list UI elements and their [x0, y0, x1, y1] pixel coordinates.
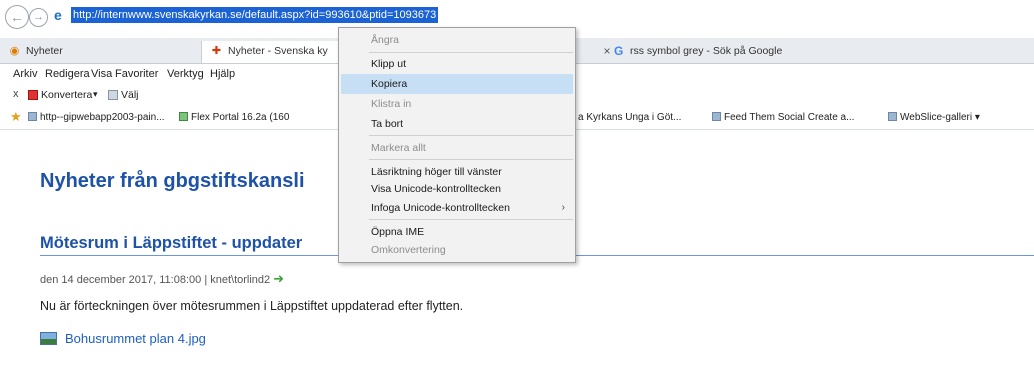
menu-item-paste[interactable]: Klistra in: [341, 94, 573, 114]
favorite-label: a Kyrkans Unga i Göt...: [578, 112, 682, 123]
favorites-star-icon[interactable]: ★: [10, 109, 22, 125]
tab-google-search[interactable]: × G rss symbol grey - Sök på Google e: [600, 41, 880, 63]
menu-redigera[interactable]: Redigera: [45, 68, 90, 80]
menu-item-reconversion[interactable]: Omkonvertering: [341, 240, 573, 260]
chevron-right-icon: ›: [561, 202, 565, 213]
select-icon: [108, 90, 118, 100]
tab-nyheter[interactable]: ◉ Nyheter: [0, 41, 202, 63]
attachment-link[interactable]: Bohusrummet plan 4.jpg: [65, 331, 206, 346]
page-title: Nyheter från gbgstiftskansli: [40, 170, 305, 192]
close-toolbar-button[interactable]: x: [13, 88, 19, 100]
context-menu: Ångra Klipp ut Kopiera Klistra in Ta bor…: [338, 27, 576, 263]
menu-item-select-all[interactable]: Markera allt: [341, 138, 573, 158]
tab-title: Nyheter - Svenska ky: [228, 45, 328, 57]
menu-favoriter[interactable]: Favoriter: [115, 68, 158, 80]
page-icon: [888, 112, 897, 121]
menu-separator: [369, 159, 573, 160]
article-body: Nu är förteckningen över mötesrummen i L…: [40, 299, 464, 313]
url-text-selected[interactable]: http://internwww.svenskakyrkan.se/defaul…: [71, 7, 439, 23]
valj-button[interactable]: Välj: [121, 89, 139, 101]
tab-title: rss symbol grey - Sök på Google: [630, 45, 783, 57]
menu-separator: [369, 219, 573, 220]
chevron-down-icon[interactable]: ▾: [93, 89, 98, 100]
menu-visa[interactable]: Visa: [91, 68, 112, 80]
menu-item-undo[interactable]: Ångra: [341, 30, 573, 50]
page-icon: [179, 112, 188, 121]
menu-item-cut[interactable]: Klipp ut: [341, 54, 573, 74]
favorite-label: http--gipwebapp2003-pain...: [40, 112, 165, 123]
attachment[interactable]: Bohusrummet plan 4.jpg: [40, 331, 206, 346]
menu-item-copy[interactable]: Kopiera: [341, 74, 573, 94]
menu-separator: [369, 135, 573, 136]
favorite-label: Feed Them Social Create a...: [724, 112, 855, 123]
tab-title: Nyheter: [26, 45, 63, 57]
favorite-link[interactable]: Feed Them Social Create a...: [712, 112, 854, 123]
webslice-gallery-link[interactable]: WebSlice-galleri ▾: [888, 112, 980, 123]
address-input[interactable]: http://internwww.svenskakyrkan.se/defaul…: [71, 7, 545, 25]
svenska-kyrkan-cross-icon: ✚: [211, 45, 222, 57]
back-button[interactable]: ←: [5, 5, 29, 29]
menu-arkiv[interactable]: Arkiv: [13, 68, 37, 80]
pdf-convert-icon: [28, 90, 38, 100]
menu-item-open-ime[interactable]: Öppna IME: [341, 222, 573, 242]
menu-hjalp[interactable]: Hjälp: [210, 68, 235, 80]
rss-icon: ◉: [9, 45, 20, 57]
menu-item-show-unicode[interactable]: Visa Unicode-kontrolltecken: [341, 179, 573, 199]
menu-item-delete[interactable]: Ta bort: [341, 114, 573, 134]
favorite-link[interactable]: a Kyrkans Unga i Göt...: [578, 112, 681, 123]
close-tab-icon[interactable]: ×: [600, 41, 614, 62]
ie-page-icon: e: [54, 7, 62, 23]
konvertera-button[interactable]: Konvertera: [41, 89, 92, 101]
favorite-link[interactable]: http--gipwebapp2003-pain...: [28, 112, 165, 123]
menu-verktyg[interactable]: Verktyg: [167, 68, 204, 80]
favorite-label: WebSlice-galleri ▾: [900, 112, 980, 123]
page-icon: [28, 112, 37, 121]
forward-button[interactable]: →: [29, 8, 48, 27]
article-meta: den 14 december 2017, 11:08:00 | knet\to…: [40, 271, 284, 287]
page-icon: [712, 112, 721, 121]
article-title-link[interactable]: Mötesrum i Läppstiftet - uppdater: [40, 234, 302, 253]
favorite-label: Flex Portal 16.2a (160: [191, 112, 290, 123]
menu-item-insert-unicode[interactable]: Infoga Unicode-kontrolltecken ›: [341, 198, 573, 218]
arrow-right-icon[interactable]: ➜: [273, 271, 284, 286]
google-icon: G: [614, 44, 624, 58]
image-file-icon: [40, 332, 57, 345]
tab-nyheter-svenska-kyrkan[interactable]: ✚ Nyheter - Svenska ky: [202, 41, 342, 63]
menu-item-label: Infoga Unicode-kontrolltecken: [371, 202, 510, 214]
menu-separator: [369, 52, 573, 53]
favorite-link[interactable]: Flex Portal 16.2a (160: [179, 112, 289, 123]
article-meta-text: den 14 december 2017, 11:08:00 | knet\to…: [40, 274, 271, 286]
